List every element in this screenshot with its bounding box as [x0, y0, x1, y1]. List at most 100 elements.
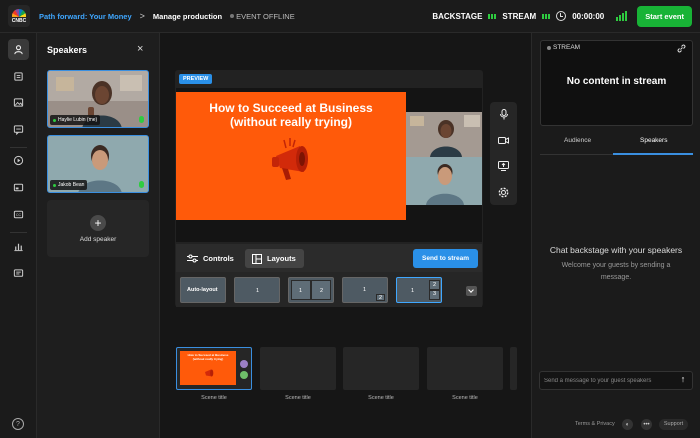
sliders-icon — [187, 254, 198, 263]
mic-active-icon — [139, 116, 144, 123]
layout-pip[interactable]: 1 2 — [342, 277, 388, 303]
message-input[interactable] — [544, 376, 674, 386]
layout-two-split[interactable]: 1 2 — [288, 277, 334, 303]
layout-label: 1 — [299, 288, 303, 294]
scene-thumbnail[interactable] — [260, 347, 336, 390]
screen-icon[interactable] — [8, 177, 29, 198]
scene-title: Scene title — [201, 395, 227, 401]
scene-thumbnail[interactable] — [427, 347, 503, 390]
breadcrumb-page: Manage production — [152, 11, 223, 21]
backstage-meter-icon — [488, 13, 497, 19]
layout-label: 1 — [411, 288, 415, 294]
camera-icon[interactable] — [497, 134, 510, 147]
settings-icon[interactable] — [497, 186, 510, 199]
top-bar: CNBC Path forward: Your Money > Manage p… — [0, 0, 700, 33]
event-timer: 00:00:00 — [572, 11, 605, 21]
breadcrumb-program-link[interactable]: Path forward: Your Money — [39, 12, 132, 21]
theme-icon[interactable]: ◐ — [622, 419, 633, 430]
online-dot-icon — [53, 183, 56, 187]
layout-main-two-side[interactable]: 1 2 3 — [396, 277, 442, 303]
svg-text:CC: CC — [16, 213, 22, 217]
tab-active-indicator — [613, 153, 693, 155]
add-speaker-button[interactable]: + Add speaker — [47, 200, 149, 257]
layout-auto[interactable]: Auto-layout — [180, 277, 226, 303]
camera-feed-haylie[interactable] — [406, 112, 482, 157]
mic-icon[interactable] — [497, 108, 510, 121]
cnbc-logo: CNBC — [8, 5, 30, 27]
speaker-dot-icon — [240, 360, 248, 368]
event-status-label: EVENT OFFLINE — [236, 11, 295, 21]
chat-icon[interactable] — [8, 263, 29, 284]
person-icon[interactable] — [8, 39, 29, 60]
chat-empty-subtitle: Welcome your guests by sending a message… — [561, 262, 671, 281]
megaphone-illustration — [272, 138, 308, 180]
layouts-tab[interactable]: Layouts — [245, 249, 304, 268]
add-speaker-label: Add speaker — [79, 235, 117, 243]
send-to-stream-button[interactable]: Send to stream — [413, 249, 478, 268]
scene-title: Scene title — [368, 395, 394, 401]
media-toolbar — [490, 102, 517, 205]
slide-title-line1: How to Succeed at Business — [209, 101, 373, 115]
layout-label: Auto-layout — [187, 287, 218, 293]
speakers-panel: Speakers × Haylie Lubin (me) Jakob Bean … — [37, 33, 160, 438]
layout-label: 2 — [379, 295, 383, 301]
layout-label: 2 — [433, 282, 437, 288]
scene-thumbnail[interactable]: How to Succeed at Business (without real… — [176, 347, 252, 390]
clock-icon — [556, 11, 567, 21]
stream-meter-icon — [542, 13, 551, 19]
send-arrow-icon[interactable]: ↑ — [677, 374, 689, 386]
support-button[interactable]: Support — [659, 419, 688, 430]
chat-empty-title: Chat backstage with your speakers — [549, 245, 683, 255]
scene-thumbnail[interactable] — [343, 347, 419, 390]
scene-thumb-line2: (without really trying) — [192, 357, 224, 361]
speaker-dot-icon — [240, 371, 248, 379]
slide-preview[interactable]: How to Succeed at Business (without real… — [176, 92, 406, 220]
stats-icon[interactable] — [8, 236, 29, 257]
no-content-message: No content in stream — [566, 76, 667, 87]
left-rail: CC ? — [0, 33, 37, 438]
slide-title-line2: (without really trying) — [229, 115, 352, 129]
speaker-card-haylie[interactable]: Haylie Lubin (me) — [47, 70, 149, 128]
layout-single[interactable]: 1 — [234, 277, 280, 303]
speakers-title: Speakers — [47, 45, 88, 55]
scene-slide-thumb: How to Succeed at Business (without real… — [180, 351, 236, 385]
tab-audience[interactable]: Audience — [564, 137, 591, 144]
controls-label: Controls — [203, 254, 234, 263]
speaker-card-jakob[interactable]: Jakob Bean — [47, 135, 149, 193]
logo-text: CNBC — [11, 17, 27, 24]
peacock-icon — [12, 8, 26, 17]
start-event-button[interactable]: Start event — [637, 5, 692, 27]
terms-link[interactable]: Terms & Privacy — [575, 421, 615, 427]
more-options-icon[interactable]: ••• — [641, 419, 652, 430]
image-icon[interactable] — [8, 92, 29, 113]
speaker-name-tag: Haylie Lubin (me) — [50, 115, 101, 125]
layout-label: 1 — [256, 288, 260, 294]
play-icon[interactable] — [8, 150, 29, 171]
event-status: EVENT OFFLINE — [230, 12, 295, 21]
layouts-label: Layouts — [267, 254, 296, 263]
speaker-name-tag: Jakob Bean — [50, 180, 88, 190]
speaker-name: Jakob Bean — [58, 182, 85, 188]
signal-strength-icon — [616, 11, 628, 21]
layout-label: 2 — [320, 288, 324, 294]
backstage-label: BACKSTAGE — [432, 11, 483, 21]
cc-icon[interactable]: CC — [8, 204, 29, 225]
plus-icon: + — [90, 214, 106, 231]
close-icon[interactable]: × — [137, 43, 143, 55]
tab-speakers[interactable]: Speakers — [640, 137, 667, 144]
layers-icon[interactable] — [8, 66, 29, 87]
layout-grid-icon — [252, 253, 262, 264]
scene-thumbnail-partial[interactable] — [510, 347, 517, 390]
help-icon[interactable]: ? — [12, 418, 24, 430]
caption-icon[interactable] — [8, 119, 29, 140]
slide-title: How to Succeed at Business (without real… — [176, 101, 406, 129]
scene-title: Scene title — [452, 395, 478, 401]
camera-feed-jakob[interactable] — [406, 157, 482, 205]
chevron-down-icon[interactable] — [466, 286, 477, 296]
stream-label: STREAM — [502, 11, 537, 21]
share-screen-icon[interactable] — [497, 159, 510, 172]
scene-title: Scene title — [285, 395, 311, 401]
link-icon[interactable] — [677, 44, 686, 53]
mic-active-icon — [139, 181, 144, 188]
controls-tab[interactable]: Controls — [180, 249, 241, 268]
